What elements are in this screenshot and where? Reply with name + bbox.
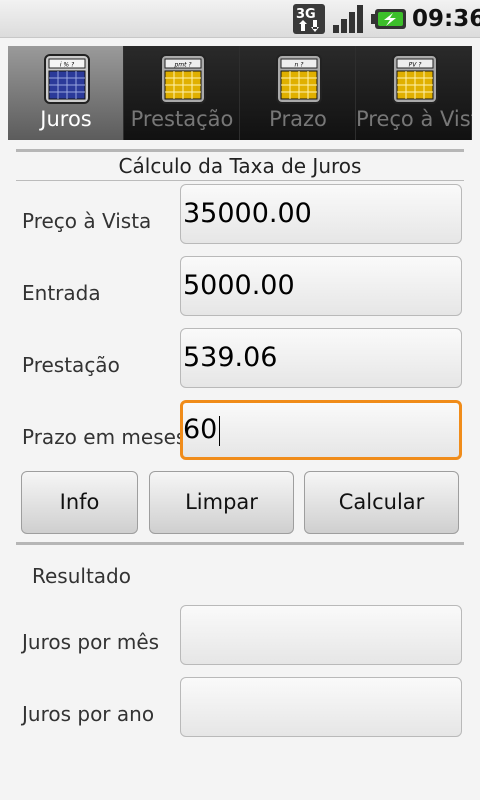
calculator-icon: PV ? [392, 54, 438, 104]
tab-preco-a-vista[interactable]: PV ? Preço à Vista [356, 46, 472, 140]
tab-label: Prestação [130, 107, 234, 131]
field-value: 60 [183, 414, 218, 445]
tab-prestacao[interactable]: pmt ? Prestação [124, 46, 240, 140]
svg-text:3G: 3G [296, 7, 316, 22]
tab-juros[interactable]: i % ? Juros [8, 46, 124, 140]
prestacao-input[interactable]: 539.06 [180, 328, 462, 388]
tab-label: Prazo [269, 107, 327, 131]
field-label-prazo-em-meses: Prazo em meses [22, 425, 187, 449]
info-button[interactable]: Info [21, 471, 138, 534]
field-label-prestacao: Prestação [22, 353, 120, 377]
calculator-icon: i % ? [44, 54, 90, 104]
battery-charging-icon [371, 9, 406, 29]
signal-strength-icon [333, 5, 363, 33]
juros-por-mes-output[interactable] [180, 605, 462, 665]
calculator-icon: pmt ? [160, 54, 206, 104]
text-cursor [219, 415, 221, 446]
clock: 09:36 [412, 6, 480, 32]
preco-a-vista-input[interactable]: 35000.00 [180, 184, 462, 244]
form-title: Cálculo da Taxa de Juros [118, 154, 362, 178]
status-bar: 3G 09:36 [0, 0, 480, 38]
field-label-preco-a-vista: Preço à Vista [22, 209, 152, 233]
field-label-juros-por-mes: Juros por mês [22, 630, 160, 654]
svg-text:n ?: n ? [295, 62, 305, 69]
entrada-input[interactable]: 5000.00 [180, 256, 462, 316]
prazo-em-meses-input[interactable]: 60 [180, 400, 462, 460]
3g-data-icon: 3G [293, 4, 325, 34]
tab-label: Juros [40, 107, 92, 131]
result-title: Resultado [32, 564, 131, 588]
tab-prazo[interactable]: n ? Prazo [240, 46, 356, 140]
section-divider [16, 542, 464, 545]
tab-bar: i % ? Juros pmt ? Prestação n ? Prazo PV… [8, 46, 472, 140]
tab-label: Preço à Vista [356, 107, 472, 131]
field-label-entrada: Entrada [22, 281, 101, 305]
svg-text:i % ?: i % ? [60, 62, 75, 69]
section-divider [16, 180, 464, 181]
svg-text:pmt ?: pmt ? [173, 62, 192, 69]
field-label-juros-por-ano: Juros por ano [22, 702, 155, 726]
svg-text:PV ?: PV ? [409, 62, 423, 69]
limpar-button[interactable]: Limpar [149, 471, 294, 534]
calculator-icon: n ? [276, 54, 322, 104]
calcular-button[interactable]: Calcular [304, 471, 459, 534]
juros-por-ano-output[interactable] [180, 677, 462, 737]
